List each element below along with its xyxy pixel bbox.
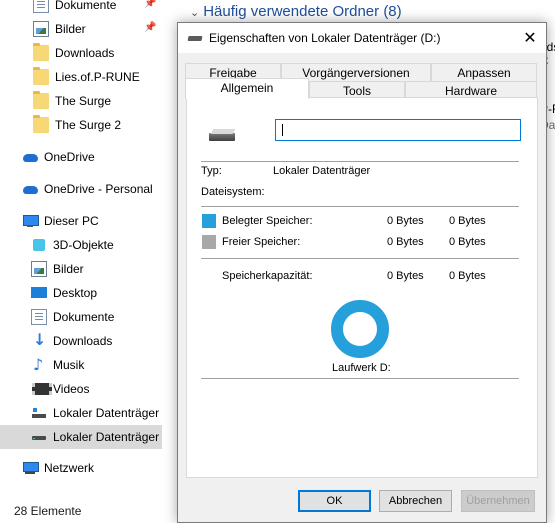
pin-icon: 📌	[144, 22, 157, 33]
divider	[201, 206, 519, 207]
nav-item-label: Netzwerk	[44, 461, 95, 475]
nav-item-lokaler-datentraeger-d[interactable]: Lokaler Datenträger (	[0, 425, 162, 449]
nav-item-musik[interactable]: Musik	[0, 353, 162, 377]
nav-item-the-surge-2[interactable]: The Surge 2	[0, 113, 162, 137]
nav-item-dokumente[interactable]: Dokumente	[0, 305, 162, 329]
videos-icon	[31, 381, 52, 397]
nav-item-onedrive-personal[interactable]: OneDrive - Personal	[0, 177, 162, 201]
nav-item-label: Bilder	[55, 22, 86, 36]
divider	[201, 161, 519, 162]
capacity-label: Speicherkapazität:	[222, 270, 313, 282]
documents-icon	[31, 309, 47, 325]
tab-allgemein[interactable]: Allgemein	[185, 78, 309, 99]
dialog-title: Eigenschaften von Lokaler Datenträger (D…	[209, 31, 441, 45]
nav-item-downloads[interactable]: Downloads	[0, 329, 162, 353]
drive-icon	[31, 429, 47, 445]
this-pc-icon	[22, 213, 39, 229]
downloads-icon	[31, 330, 47, 349]
nav-item-3d-objekte[interactable]: 3D-Objekte	[0, 233, 162, 257]
nav-item-label: 3D-Objekte	[53, 238, 114, 252]
tab-anpassen[interactable]: Anpassen	[431, 63, 537, 81]
nav-item-label: Bilder	[53, 262, 84, 276]
text-caret	[282, 124, 283, 136]
general-tab-panel: Typ: Lokaler Datenträger Dateisystem: Be…	[186, 97, 538, 478]
music-icon	[31, 355, 47, 374]
close-button[interactable]: ✕	[514, 23, 546, 53]
nav-item-dokumente-pinned[interactable]: Dokumente 📌	[0, 0, 162, 17]
nav-item-desktop[interactable]: Desktop	[0, 281, 162, 305]
nav-item-the-surge[interactable]: The Surge	[0, 89, 162, 113]
capacity-bytes: 0 Bytes	[387, 270, 424, 282]
nav-item-label: Downloads	[55, 46, 115, 60]
free-space-bytes: 0 Bytes	[387, 236, 424, 248]
nav-item-label: Lokaler Datenträger (	[53, 430, 162, 444]
used-space-human: 0 Bytes	[449, 215, 486, 227]
divider	[201, 378, 519, 379]
divider	[201, 258, 519, 259]
nav-item-label: Downloads	[53, 334, 113, 348]
nav-item-lokaler-datentraeger-c[interactable]: Lokaler Datenträger (	[0, 401, 162, 425]
nav-item-label: Lies.of.P-RUNE	[55, 70, 140, 84]
filesystem-label: Dateisystem:	[201, 186, 265, 198]
nav-item-label: Dokumente	[55, 0, 117, 12]
status-bar-count: 28 Elemente	[14, 504, 82, 518]
pictures-icon	[31, 261, 47, 277]
used-space-bytes: 0 Bytes	[387, 215, 424, 227]
drive-icon	[188, 34, 202, 42]
folder-icon	[33, 115, 49, 133]
nav-item-netzwerk[interactable]: Netzwerk	[0, 456, 162, 480]
drive-name-input[interactable]	[275, 119, 521, 141]
used-space-swatch	[202, 214, 216, 228]
apply-button[interactable]: Übernehmen	[461, 490, 535, 512]
ok-button[interactable]: OK	[298, 490, 371, 512]
pin-icon: 📌	[144, 0, 157, 9]
cancel-button[interactable]: Abbrechen	[379, 490, 452, 512]
folder-icon	[33, 43, 49, 61]
dialog-titlebar[interactable]: Eigenschaften von Lokaler Datenträger (D…	[178, 23, 546, 53]
onedrive-icon	[22, 149, 38, 165]
navigation-pane: Dokumente 📌 Bilder 📌 Downloads Lies.of.P…	[0, 0, 168, 495]
type-value: Lokaler Datenträger	[273, 165, 371, 177]
drive-letter-label: Laufwerk D:	[332, 362, 391, 374]
frequent-folders-label: Häufig verwendete Ordner (8)	[203, 3, 402, 20]
documents-icon	[33, 0, 49, 13]
properties-dialog: Eigenschaften von Lokaler Datenträger (D…	[177, 22, 547, 523]
nav-item-lies-of-p[interactable]: Lies.of.P-RUNE	[0, 65, 162, 89]
nav-item-label: Dokumente	[53, 310, 115, 324]
nav-item-label: The Surge	[55, 94, 112, 108]
drive-icon	[209, 128, 237, 144]
usage-donut-chart	[331, 300, 389, 358]
network-icon	[22, 460, 39, 476]
nav-item-bilder[interactable]: Bilder	[0, 257, 162, 281]
nav-item-label: Lokaler Datenträger (	[53, 406, 162, 420]
nav-item-label: OneDrive - Personal	[44, 182, 153, 196]
onedrive-icon	[22, 181, 38, 197]
nav-item-label: Musik	[53, 358, 85, 372]
used-space-label: Belegter Speicher:	[222, 215, 313, 227]
nav-item-label: OneDrive	[44, 150, 95, 164]
nav-item-onedrive[interactable]: OneDrive	[0, 145, 162, 169]
capacity-human: 0 Bytes	[449, 270, 486, 282]
nav-item-label: Desktop	[53, 286, 98, 300]
folder-icon	[33, 67, 49, 85]
frequent-folders-header[interactable]: ⌄ Häufig verwendete Ordner (8)	[190, 3, 402, 20]
type-label: Typ:	[201, 165, 222, 177]
nav-item-bilder-pinned[interactable]: Bilder 📌	[0, 17, 162, 41]
pictures-icon	[33, 21, 49, 37]
nav-item-label: Dieser PC	[44, 214, 99, 228]
free-space-human: 0 Bytes	[449, 236, 486, 248]
free-space-label: Freier Speicher:	[222, 236, 301, 248]
nav-item-videos[interactable]: Videos	[0, 377, 162, 401]
folder-icon	[33, 91, 49, 109]
free-space-swatch	[202, 235, 216, 249]
system-drive-icon	[31, 405, 47, 421]
nav-item-label: Videos	[53, 382, 90, 396]
chevron-down-icon: ⌄	[190, 6, 200, 19]
3d-objects-icon	[31, 237, 47, 253]
nav-item-dieser-pc[interactable]: Dieser PC	[0, 209, 162, 233]
nav-item-downloads-quick[interactable]: Downloads	[0, 41, 162, 65]
nav-item-label: The Surge 2	[55, 118, 122, 132]
desktop-icon	[31, 285, 47, 301]
